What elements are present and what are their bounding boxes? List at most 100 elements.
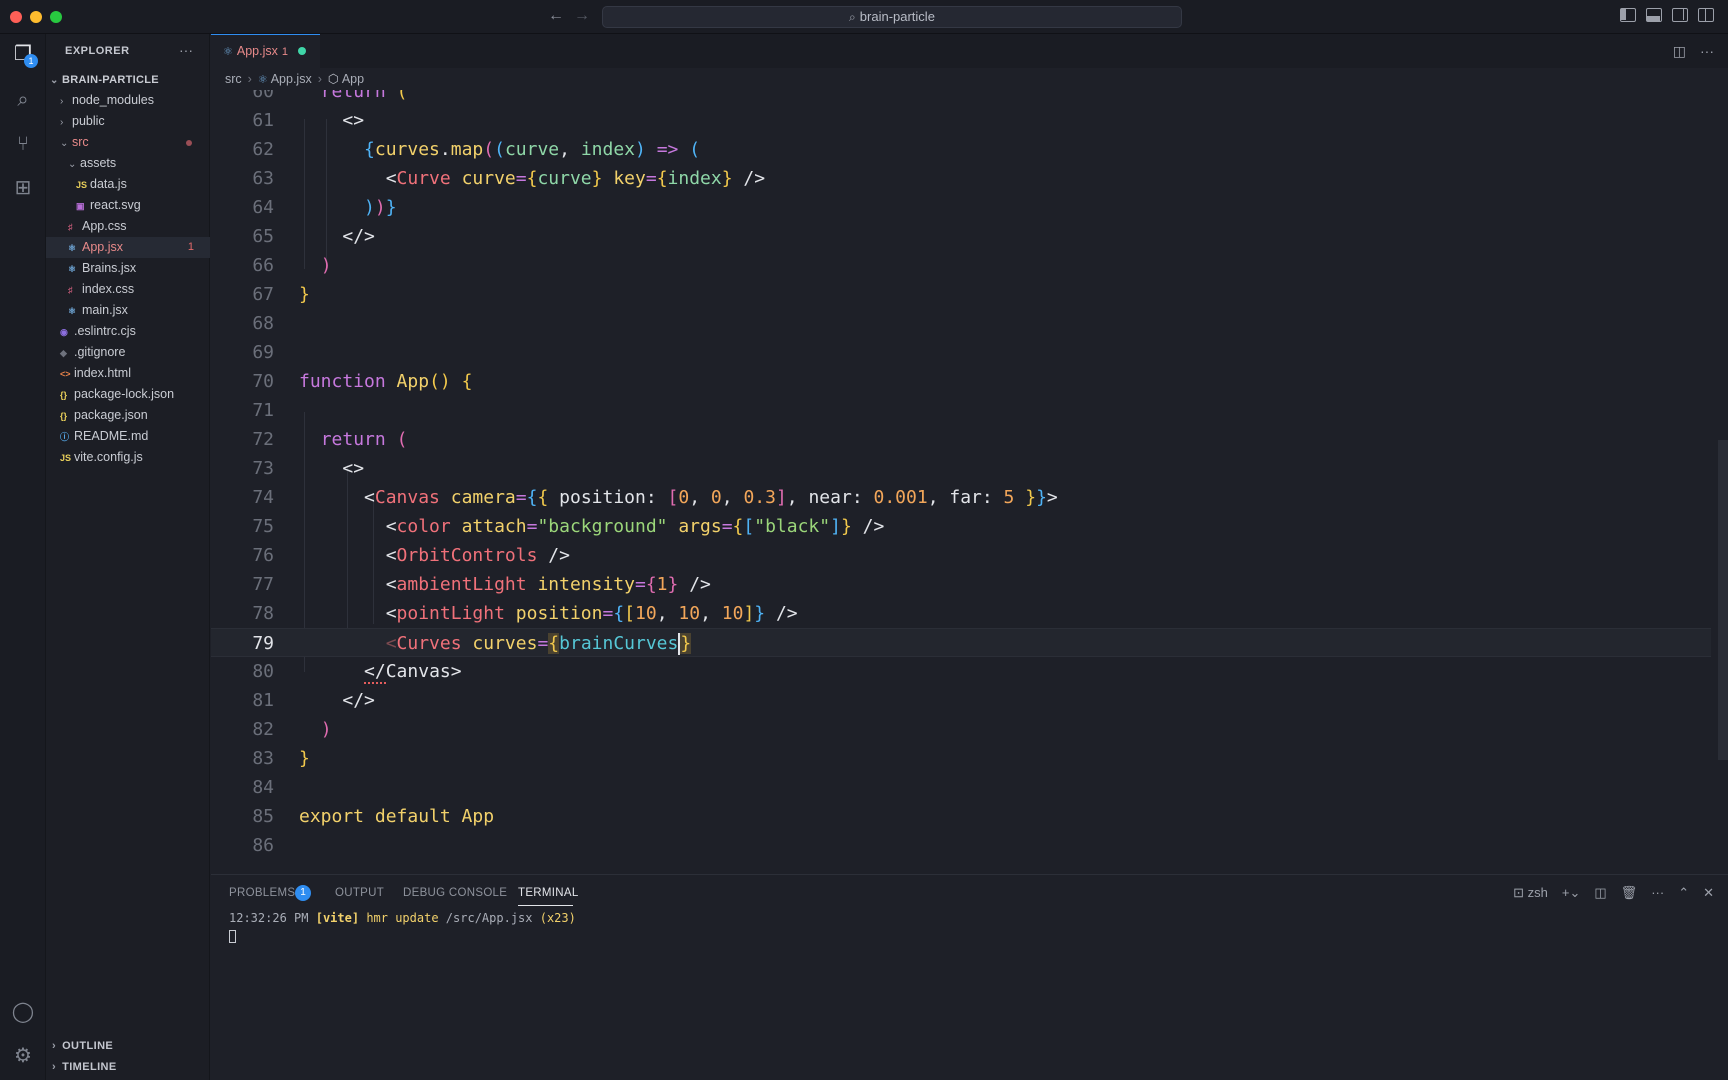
tree-item-node-modules[interactable]: › node_modules (46, 90, 210, 111)
active-tab-underline (518, 905, 573, 906)
toggle-primary-sidebar-icon[interactable] (1620, 8, 1636, 22)
js-file-icon: JS (76, 180, 88, 190)
line-number: 72 (252, 429, 274, 450)
more-actions-icon[interactable]: ··· (179, 42, 193, 58)
svg-file-icon: ▣ (76, 201, 85, 211)
tree-item-main-jsx[interactable]: ⚛ main.jsx (46, 300, 210, 321)
tab-output[interactable]: OUTPUT (335, 887, 384, 899)
more-actions-icon[interactable]: ··· (1651, 885, 1664, 901)
html-file-icon: <> (60, 369, 71, 379)
tab-debug-console[interactable]: DEBUG CONSOLE (403, 887, 507, 899)
command-center-search[interactable]: ⌕ brain-particle (602, 6, 1182, 28)
title-bar: ← → ⌕ brain-particle (0, 0, 1728, 34)
code-text: <> (342, 458, 365, 479)
tree-item-index-html[interactable]: <> index.html (46, 363, 210, 384)
search-icon[interactable]: ⌕ (11, 88, 35, 112)
unsaved-dot[interactable] (298, 47, 306, 55)
maximize-window-button[interactable] (50, 11, 62, 23)
tree-item-react-svg[interactable]: ▣ react.svg (46, 195, 210, 216)
tree-item-readme[interactable]: ⓘ README.md (46, 426, 210, 447)
js-file-icon: JS (60, 453, 72, 463)
tab-problems[interactable]: PROBLEMS (229, 887, 295, 899)
tree-item-data-js[interactable]: JS data.js (46, 174, 210, 195)
kill-terminal-icon[interactable]: 🗑 (1621, 885, 1638, 901)
toggle-secondary-sidebar-icon[interactable] (1672, 8, 1688, 22)
breadcrumb-file[interactable]: App.jsx (271, 72, 312, 86)
react-file-icon: ⚛ (223, 46, 233, 58)
code-line: 70 function App() { (211, 367, 1711, 396)
terminal-cursor[interactable] (229, 930, 236, 943)
tree-item-label: node_modules (72, 93, 155, 107)
tree-item-index-css[interactable]: ♯ index.css (46, 279, 210, 300)
code-text: export default App (299, 806, 495, 827)
tree-item-package-lock-json[interactable]: {} package-lock.json (46, 384, 210, 405)
back-arrow-icon[interactable]: ← (548, 7, 564, 25)
customize-layout-icon[interactable] (1698, 8, 1714, 22)
scrollbar-thumb[interactable] (1718, 440, 1728, 760)
line-number: 73 (252, 458, 274, 479)
breadcrumb-folder[interactable]: src (225, 72, 242, 86)
extensions-icon[interactable]: ⊞ (11, 176, 35, 200)
line-number: 70 (252, 371, 274, 392)
forward-arrow-icon[interactable]: → (574, 7, 590, 25)
tab-terminal[interactable]: TERMINAL (518, 887, 579, 899)
tree-item-public[interactable]: › public (46, 111, 210, 132)
tab-problem-count: 1 (281, 46, 288, 58)
breadcrumb-symbol[interactable]: App (342, 72, 364, 86)
minimize-window-button[interactable] (30, 11, 42, 23)
code-line: 72 return ( (211, 425, 1711, 454)
terminal-shell-selector[interactable]: ⊡ zsh (1513, 885, 1548, 901)
split-editor-icon[interactable]: ◫ (1673, 43, 1686, 60)
account-icon[interactable]: ◯ (11, 1000, 35, 1024)
maximize-panel-icon[interactable]: ⌃ (1678, 885, 1689, 901)
line-number: 74 (252, 487, 274, 508)
outline-section[interactable]: › OUTLINE (52, 1040, 113, 1052)
line-number: 82 (252, 719, 274, 740)
more-actions-icon[interactable]: ··· (1700, 43, 1714, 60)
code-text: return ( (320, 90, 408, 102)
code-text: {curves.map((curve, index) => ( (364, 139, 701, 160)
tree-item-src[interactable]: ⌄ src (46, 132, 210, 153)
modified-dot (186, 140, 192, 146)
terminal-output-line: 12:32:26 PM [vite] hmr update /src/App.j… (229, 911, 576, 925)
outline-label: OUTLINE (62, 1040, 114, 1052)
code-text: </> (342, 690, 375, 711)
tree-item-brains-jsx[interactable]: ⚛ Brains.jsx (46, 258, 210, 279)
chevron-right-icon: › (52, 1040, 57, 1052)
code-text: ) (320, 719, 332, 740)
tree-item-assets[interactable]: ⌄ assets (46, 153, 210, 174)
toggle-panel-icon[interactable] (1646, 8, 1662, 22)
new-terminal-icon[interactable]: +⌄ (1562, 885, 1580, 901)
tree-item-eslintrc[interactable]: ◉ .eslintrc.cjs (46, 321, 210, 342)
tree-item-label: package-lock.json (74, 387, 175, 401)
terminal-count: (x23) (539, 911, 576, 925)
code-text: <color attach="background" args={["black… (385, 516, 885, 537)
tree-item-label: README.md (74, 429, 149, 443)
code-editor[interactable]: 60 return ( 61 <> 62 {curves.map((curve,… (211, 90, 1728, 874)
code-line: 60 return ( (211, 90, 1711, 106)
line-number: 66 (252, 255, 274, 276)
source-control-icon[interactable]: ⑂ (11, 132, 35, 156)
tree-item-label: data.js (90, 177, 127, 191)
tree-item-package-json[interactable]: {} package.json (46, 405, 210, 426)
close-window-button[interactable] (10, 11, 22, 23)
css-file-icon: ♯ (68, 222, 73, 232)
line-number: 81 (252, 690, 274, 711)
code-text: ) (320, 255, 332, 276)
tab-label: App.jsx (236, 44, 278, 58)
css-file-icon: ♯ (68, 285, 73, 295)
split-terminal-icon[interactable]: ◫ (1594, 885, 1606, 901)
tree-item-app-css[interactable]: ♯ App.css (46, 216, 210, 237)
symbol-icon: ⬡ (327, 72, 339, 86)
line-number: 68 (252, 313, 274, 334)
timeline-section[interactable]: › TIMELINE (52, 1061, 117, 1073)
tree-item-app-jsx[interactable]: ⚛ App.jsx 1 (46, 237, 210, 258)
terminal-icon: ⊡ (1513, 885, 1525, 900)
tab-app-jsx[interactable]: ⚛ App.jsx 1 (211, 34, 320, 68)
tree-item-vite-config[interactable]: JS vite.config.js (46, 447, 210, 468)
project-folder[interactable]: ⌄ BRAIN-PARTICLE (46, 70, 210, 91)
close-panel-icon[interactable]: ✕ (1703, 885, 1714, 901)
terminal-message: hmr update (366, 911, 439, 925)
settings-gear-icon[interactable]: ⚙ (11, 1044, 35, 1068)
tree-item-gitignore[interactable]: ◆ .gitignore (46, 342, 210, 363)
